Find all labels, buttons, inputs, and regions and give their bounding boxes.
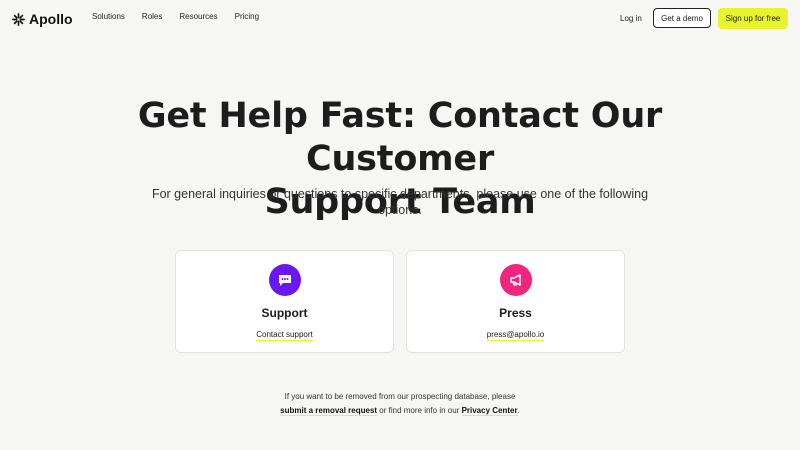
contact-support-link[interactable]: Contact support	[176, 330, 393, 341]
nav-resources[interactable]: Resources	[179, 12, 217, 21]
get-demo-button[interactable]: Get a demo	[653, 8, 711, 28]
contact-support-label[interactable]: Contact support	[256, 330, 313, 341]
removal-request-link[interactable]: submit a removal request	[280, 406, 378, 416]
press-email-label[interactable]: press@apollo.io	[486, 330, 545, 341]
press-email-link[interactable]: press@apollo.io	[407, 330, 624, 341]
nav-roles[interactable]: Roles	[142, 12, 162, 21]
chat-bubble-icon	[268, 264, 301, 296]
support-card: Support Contact support	[175, 250, 394, 353]
page-title-line1: Get Help Fast: Contact Our Customer	[137, 96, 663, 179]
removal-note-text2: or find more info in our	[377, 406, 462, 415]
privacy-center-link[interactable]: Privacy Center	[461, 406, 518, 416]
apollo-logo-icon	[12, 12, 25, 26]
removal-note-period: .	[517, 406, 520, 415]
login-link[interactable]: Log in	[620, 14, 642, 23]
nav-solutions[interactable]: Solutions	[92, 12, 125, 21]
removal-note: If you want to be removed from our prosp…	[200, 390, 600, 418]
apollo-logo[interactable]: Apollo	[12, 9, 73, 29]
press-card: Press press@apollo.io	[406, 250, 625, 353]
nav-links: Solutions Roles Resources Pricing	[92, 12, 259, 21]
megaphone-icon	[499, 264, 532, 296]
removal-note-text: If you want to be removed from our prosp…	[284, 392, 516, 401]
top-nav: Apollo Solutions Roles Resources Pricing…	[0, 0, 800, 38]
press-title: Press	[499, 306, 532, 320]
page-subtitle: For general inquiries or questions to sp…	[151, 187, 649, 217]
signup-button[interactable]: Sign up for free	[718, 8, 788, 29]
brand-name: Apollo	[29, 11, 73, 27]
support-title: Support	[261, 306, 308, 320]
nav-pricing[interactable]: Pricing	[235, 12, 259, 21]
